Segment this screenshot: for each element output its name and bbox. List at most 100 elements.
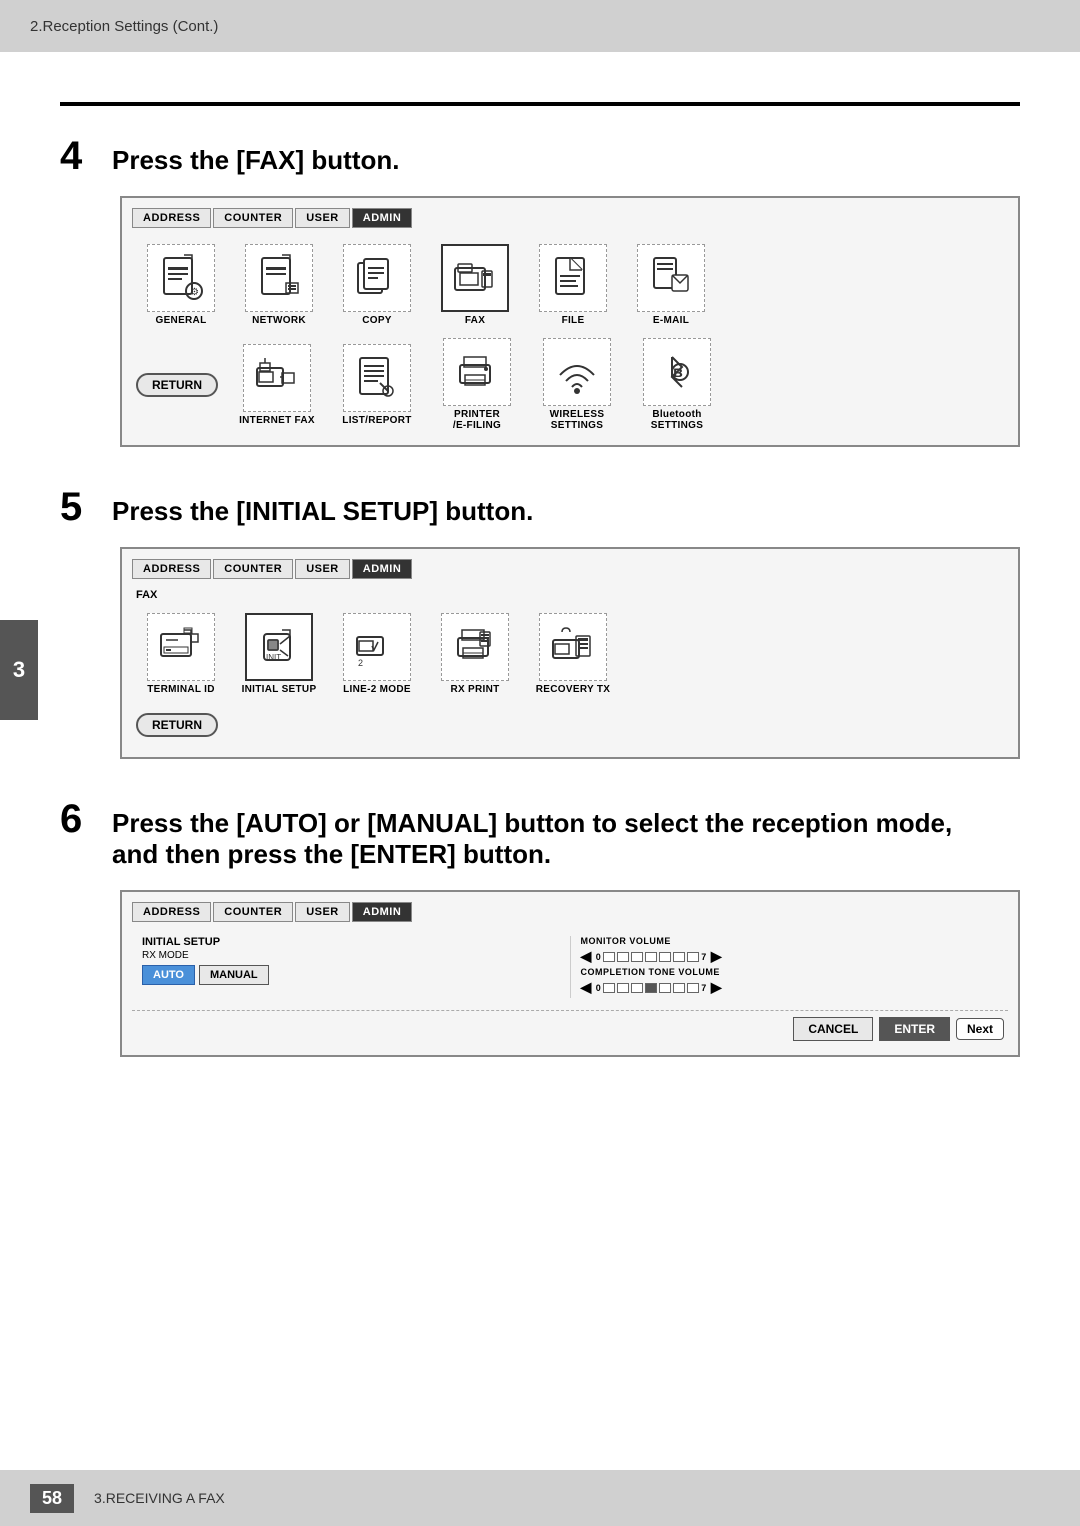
icon-email-label: E-MAIL bbox=[653, 315, 689, 326]
manual-button[interactable]: MANUAL bbox=[199, 965, 269, 985]
completion-vol-right[interactable]: ▶ bbox=[711, 979, 722, 996]
icon-box-network bbox=[245, 244, 313, 312]
sidebar-tab-number: 3 bbox=[13, 657, 25, 683]
return-btn-2[interactable]: RETURN bbox=[136, 713, 218, 737]
icon-internet-fax[interactable]: INTERNET FAX bbox=[232, 344, 322, 426]
tab-admin-1[interactable]: ADMIN bbox=[352, 208, 413, 228]
panel-3-footer: CANCEL ENTER Next bbox=[132, 1010, 1008, 1045]
step-5-block: 5 Press the [INITIAL SETUP] button. ADDR… bbox=[60, 487, 1020, 759]
step-4-num: 4 bbox=[60, 136, 100, 176]
icon-network[interactable]: NETWORK bbox=[234, 244, 324, 326]
vol-dot-5 bbox=[659, 952, 671, 962]
tab-user-1[interactable]: USER bbox=[295, 208, 350, 228]
rx-mode-buttons: AUTO MANUAL bbox=[142, 965, 560, 985]
vol-dot-7 bbox=[687, 952, 699, 962]
completion-vol-max: 7 bbox=[701, 983, 707, 993]
icon-file[interactable]: FILE bbox=[528, 244, 618, 326]
icon-rx-print[interactable]: RX PRINT bbox=[430, 613, 520, 695]
auto-button[interactable]: AUTO bbox=[142, 965, 195, 985]
icon-line2-mode[interactable]: 2 LINE-2 MODE bbox=[332, 613, 422, 695]
icon-general[interactable]: ⚙ GENERAL bbox=[136, 244, 226, 326]
step-5-title: Press the [INITIAL SETUP] button. bbox=[112, 496, 533, 527]
icon-fax-label: FAX bbox=[465, 315, 485, 326]
svg-text:2: 2 bbox=[358, 658, 363, 668]
icon-recovery-tx-label: RECOVERY TX bbox=[536, 684, 610, 695]
icon-box-general: ⚙ bbox=[147, 244, 215, 312]
vol-dot-4 bbox=[645, 952, 657, 962]
icon-network-label: NETWORK bbox=[252, 315, 306, 326]
icon-initial-setup[interactable]: INIT INITIAL SETUP bbox=[234, 613, 324, 695]
icon-box-email bbox=[637, 244, 705, 312]
comp-dot-4 bbox=[645, 983, 657, 993]
tab-counter-2[interactable]: COUNTER bbox=[213, 559, 293, 579]
rx-two-col: INITIAL SETUP RX MODE AUTO MANUAL MONITO… bbox=[142, 936, 998, 998]
icon-box-recovery-tx bbox=[539, 613, 607, 681]
step-6-title-line1: Press the [AUTO] or [MANUAL] button to s… bbox=[112, 808, 952, 839]
page-number: 58 bbox=[30, 1484, 74, 1513]
initial-setup-label: INITIAL SETUP bbox=[142, 936, 560, 948]
icon-bluetooth[interactable]: ʙ Bluetooth SETTINGS bbox=[632, 338, 722, 431]
svg-text:ʙ: ʙ bbox=[673, 364, 683, 381]
tab-address-3[interactable]: ADDRESS bbox=[132, 902, 211, 922]
icon-rx-print-label: RX PRINT bbox=[450, 684, 499, 695]
tab-address-1[interactable]: ADDRESS bbox=[132, 208, 211, 228]
tab-counter-1[interactable]: COUNTER bbox=[213, 208, 293, 228]
icon-list-report[interactable]: LIST/REPORT bbox=[332, 344, 422, 426]
enter-button[interactable]: ENTER bbox=[879, 1017, 950, 1041]
step-6-heading: 6 Press the [AUTO] or [MANUAL] button to… bbox=[60, 799, 1020, 870]
monitor-vol-left[interactable]: ◀ bbox=[581, 948, 592, 965]
rx-mode-label: RX MODE bbox=[142, 950, 560, 961]
top-bar: 2.Reception Settings (Cont.) bbox=[0, 0, 1080, 52]
step-6-title-line2: and then press the [ENTER] button. bbox=[112, 839, 952, 870]
icon-wireless[interactable]: WIRELESS SETTINGS bbox=[532, 338, 622, 431]
monitor-vol-right[interactable]: ▶ bbox=[711, 948, 722, 965]
main-content: 4 Press the [FAX] button. ADDRESS COUNTE… bbox=[0, 52, 1080, 1177]
panel-3: ADDRESS COUNTER USER ADMIN INITIAL SETUP… bbox=[120, 890, 1020, 1057]
monitor-volume-section: MONITOR VOLUME ◀ 0 bbox=[581, 936, 999, 996]
completion-volume-row: ◀ 0 7 bbox=[581, 979, 999, 996]
tab-address-2[interactable]: ADDRESS bbox=[132, 559, 211, 579]
tab-admin-3[interactable]: ADMIN bbox=[352, 902, 413, 922]
monitor-volume-label: MONITOR VOLUME bbox=[581, 936, 999, 946]
icon-recovery-tx[interactable]: RECOVERY TX bbox=[528, 613, 618, 695]
sidebar-tab: 3 bbox=[0, 620, 38, 720]
icon-fax[interactable]: FAX bbox=[430, 244, 520, 326]
tab-bar-2: ADDRESS COUNTER USER ADMIN bbox=[132, 559, 1008, 579]
icon-box-printer bbox=[443, 338, 511, 406]
icon-box-initial-setup: INIT bbox=[245, 613, 313, 681]
icon-terminal-id-label: TERMINAL ID bbox=[147, 684, 215, 695]
return-btn-1[interactable]: RETURN bbox=[136, 373, 218, 397]
tab-user-3[interactable]: USER bbox=[295, 902, 350, 922]
icon-copy[interactable]: COPY bbox=[332, 244, 422, 326]
tab-counter-3[interactable]: COUNTER bbox=[213, 902, 293, 922]
icon-printer-label: PRINTER /E-FILING bbox=[453, 409, 501, 431]
tab-user-2[interactable]: USER bbox=[295, 559, 350, 579]
monitor-vol-min: 0 bbox=[596, 952, 602, 962]
vol-dot-6 bbox=[673, 952, 685, 962]
monitor-vol-bar: 0 7 bbox=[596, 952, 707, 962]
icon-printer[interactable]: PRINTER /E-FILING bbox=[432, 338, 522, 431]
next-badge[interactable]: Next bbox=[956, 1018, 1004, 1040]
step-6-num: 6 bbox=[60, 799, 100, 839]
step-5-num: 5 bbox=[60, 487, 100, 527]
icon-terminal-id[interactable]: TERMINAL ID bbox=[136, 613, 226, 695]
monitor-vol-max: 7 bbox=[701, 952, 707, 962]
panel-2: ADDRESS COUNTER USER ADMIN FAX bbox=[120, 547, 1020, 759]
tab-admin-2[interactable]: ADMIN bbox=[352, 559, 413, 579]
vol-dot-2 bbox=[617, 952, 629, 962]
tab-bar-1: ADDRESS COUNTER USER ADMIN bbox=[132, 208, 1008, 228]
icon-line2-mode-label: LINE-2 MODE bbox=[343, 684, 411, 695]
icon-box-line2-mode: 2 bbox=[343, 613, 411, 681]
panel-1: ADDRESS COUNTER USER ADMIN bbox=[120, 196, 1020, 447]
comp-dot-2 bbox=[617, 983, 629, 993]
icon-copy-label: COPY bbox=[362, 315, 392, 326]
icon-box-terminal-id bbox=[147, 613, 215, 681]
completion-vol-left[interactable]: ◀ bbox=[581, 979, 592, 996]
cancel-button[interactable]: CANCEL bbox=[793, 1017, 873, 1041]
bottom-bar: 58 3.RECEIVING A FAX bbox=[0, 1470, 1080, 1526]
icon-bluetooth-label: Bluetooth SETTINGS bbox=[651, 409, 703, 431]
icon-email[interactable]: E-MAIL bbox=[626, 244, 716, 326]
icon-list-report-label: LIST/REPORT bbox=[342, 415, 411, 426]
svg-text:INIT: INIT bbox=[266, 653, 281, 662]
icon-file-label: FILE bbox=[562, 315, 585, 326]
